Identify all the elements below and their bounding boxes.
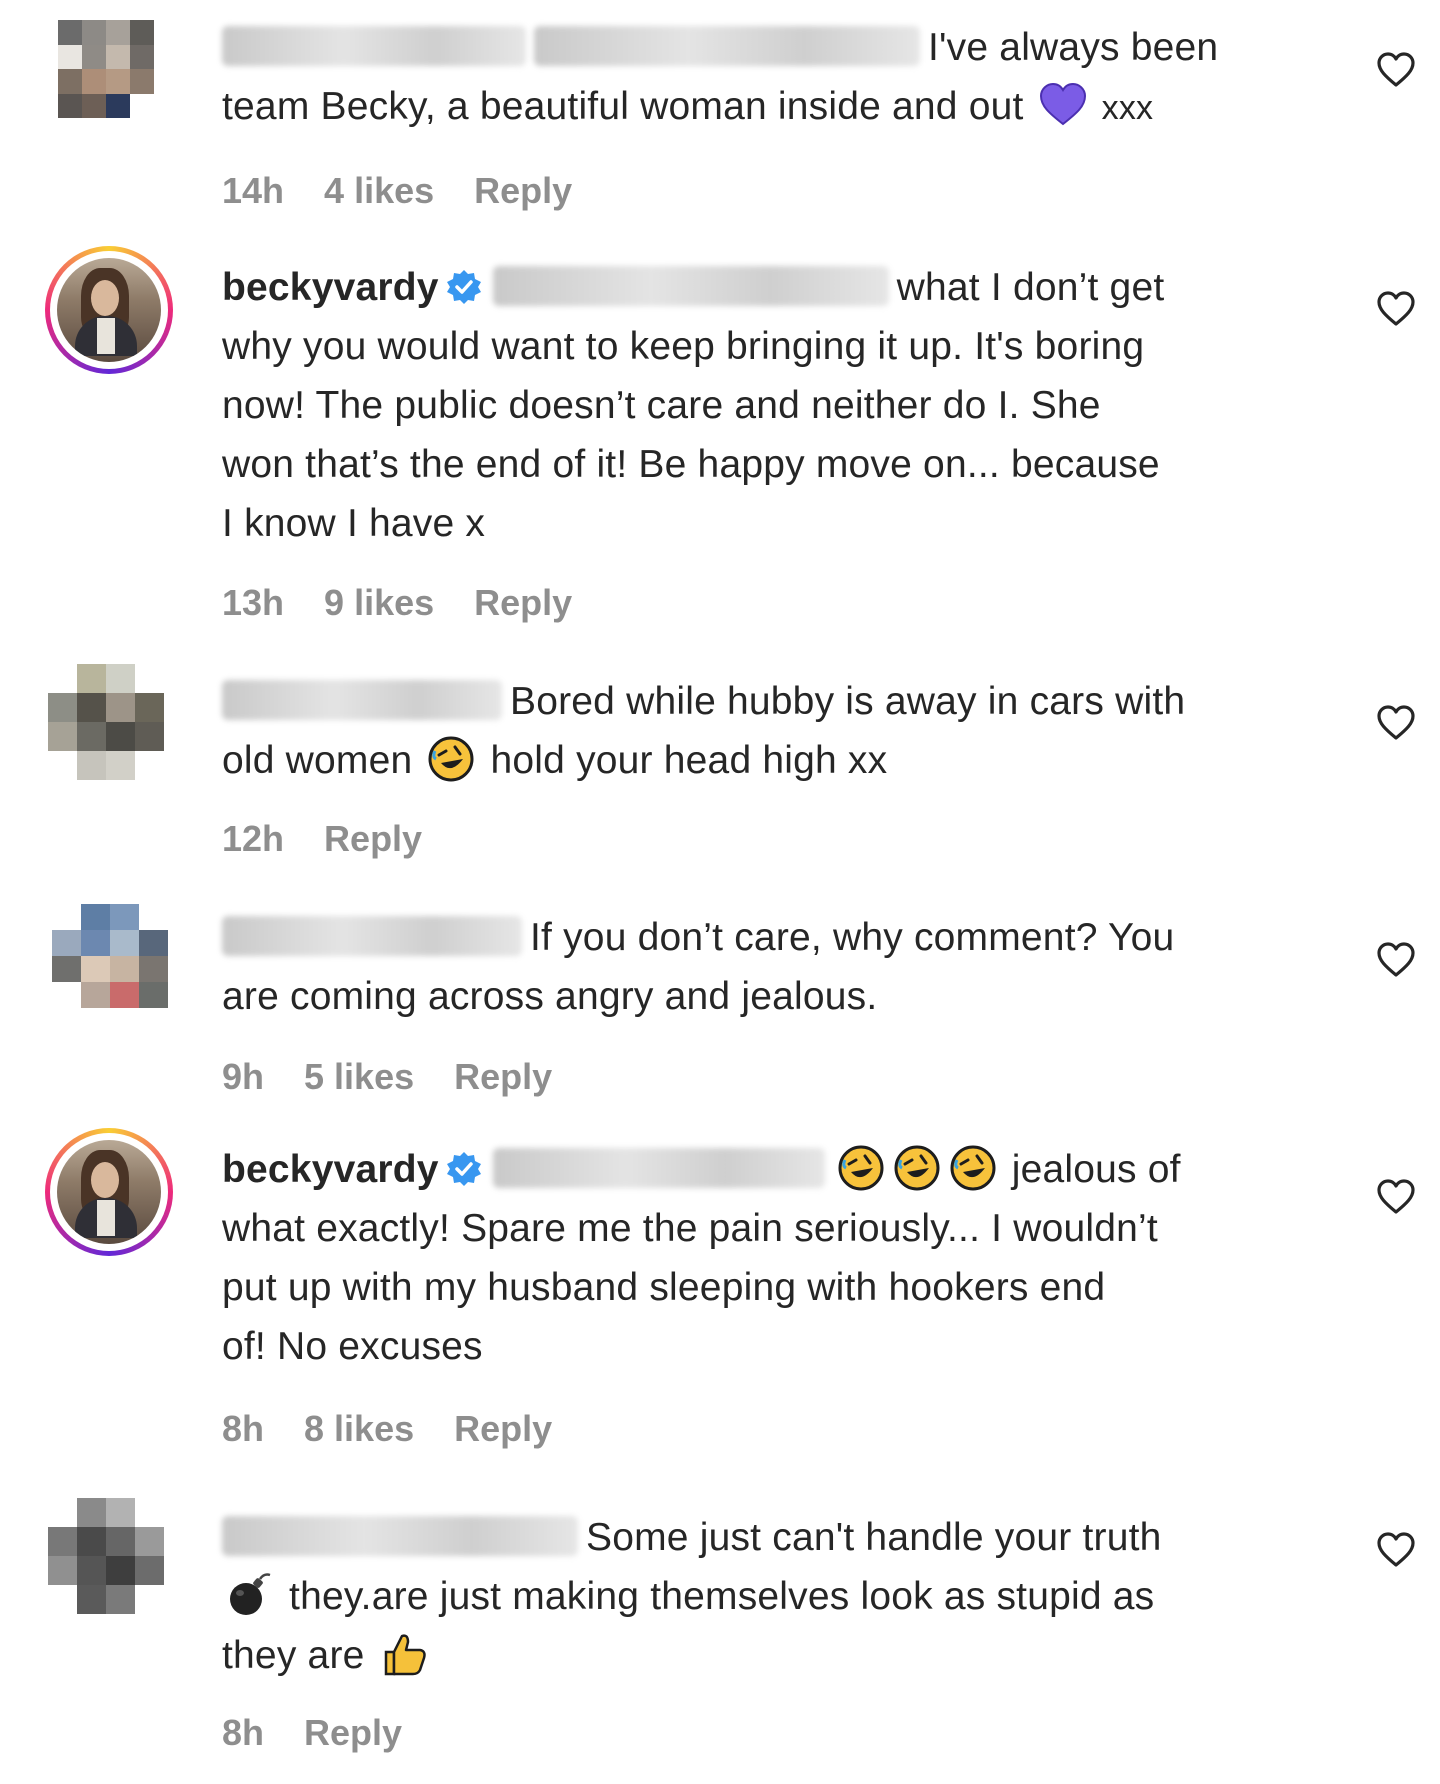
likes-count[interactable]: 8 likes — [304, 1408, 414, 1450]
blurred-mention[interactable] — [492, 266, 889, 306]
reply-button[interactable]: Reply — [474, 582, 572, 624]
comment-line: xxx — [1101, 89, 1154, 127]
comment-meta: 14h 4 likes Reply — [222, 170, 572, 212]
avatar[interactable] — [52, 904, 168, 1008]
reply-button[interactable]: Reply — [474, 170, 572, 212]
heart-outline-icon[interactable] — [1376, 289, 1416, 329]
comment-meta: 8h Reply — [222, 1712, 402, 1754]
comment-line: won that’s the end of it! Be happy move … — [222, 443, 1160, 486]
verified-badge-icon — [446, 1152, 481, 1186]
verified-badge-icon — [446, 270, 481, 304]
likes-count[interactable]: 5 likes — [304, 1056, 414, 1098]
comment-line: Bored while hubby is away in cars with — [510, 680, 1186, 723]
profile-photo — [57, 258, 161, 362]
blurred-mention[interactable] — [534, 26, 920, 66]
avatar[interactable] — [48, 1498, 164, 1614]
comment-username[interactable]: beckyvardy — [222, 266, 439, 309]
rolling-laughing-emoji — [428, 736, 474, 782]
comment-line: jealous of — [1011, 1148, 1181, 1191]
comment-line: put up with my husband sleeping with hoo… — [222, 1266, 1106, 1309]
comment-line: If you don’t care, why comment? You — [530, 916, 1175, 959]
comment-text: beckyvardy what I don’t get why you would… — [222, 258, 1332, 553]
rolling-laughing-emoji — [838, 1145, 884, 1191]
rolling-laughing-emoji — [950, 1145, 996, 1191]
blurred-username[interactable] — [222, 916, 522, 956]
comment-line: they.are just making themselves look as … — [289, 1575, 1155, 1618]
reply-button[interactable]: Reply — [304, 1712, 402, 1754]
comment-text: I've always been team Becky, a beautiful… — [222, 18, 1332, 138]
heart-outline-icon[interactable] — [1376, 940, 1416, 980]
blurred-username[interactable] — [222, 26, 526, 66]
heart-outline-icon[interactable] — [1376, 50, 1416, 90]
reply-button[interactable]: Reply — [454, 1056, 552, 1098]
comment-time: 8h — [222, 1712, 265, 1753]
comment-line: hold your head high xx — [490, 739, 888, 782]
heart-outline-icon[interactable] — [1376, 1177, 1416, 1217]
thumbs-up-emoji — [384, 1634, 426, 1676]
avatar-beckyvardy[interactable] — [45, 1128, 173, 1256]
comment-text: Bored while hubby is away in cars with o… — [222, 672, 1332, 790]
comment-time: 13h — [222, 582, 285, 623]
comment-line: team Becky, a beautiful woman inside and… — [222, 85, 1024, 128]
rolling-laughing-emoji — [894, 1145, 940, 1191]
comment-meta: 13h 9 likes Reply — [222, 582, 572, 624]
heart-outline-icon[interactable] — [1376, 703, 1416, 743]
reply-button[interactable]: Reply — [454, 1408, 552, 1450]
comment-time: 8h — [222, 1408, 265, 1449]
comment-line: what I don’t get — [896, 266, 1165, 309]
comment-time: 12h — [222, 818, 285, 859]
comment-text: beckyvardy jealous of what exactly! Spar… — [222, 1140, 1332, 1376]
avatar[interactable] — [48, 664, 164, 780]
heart-outline-icon[interactable] — [1376, 1530, 1416, 1570]
comment-meta: 12h Reply — [222, 818, 422, 860]
bomb-emoji — [230, 1573, 271, 1615]
comment-meta: 8h 8 likes Reply — [222, 1408, 552, 1450]
comment-text: If you don’t care, why comment? You are … — [222, 908, 1332, 1026]
comment-line: old women — [222, 739, 413, 782]
avatar[interactable] — [58, 20, 154, 118]
blurred-username[interactable] — [222, 1516, 578, 1556]
likes-count[interactable]: 9 likes — [324, 582, 434, 624]
comment-line: now! The public doesn’t care and neither… — [222, 384, 1101, 427]
purple-heart-emoji — [1039, 82, 1086, 126]
comment-time: 14h — [222, 170, 285, 211]
likes-count[interactable]: 4 likes — [324, 170, 434, 212]
comment-time: 9h — [222, 1056, 265, 1097]
comment-line: I know I have x — [222, 502, 486, 545]
comment-line: of! No excuses — [222, 1325, 483, 1368]
comment-line: I've always been — [928, 26, 1219, 69]
reply-button[interactable]: Reply — [324, 818, 422, 860]
avatar-beckyvardy[interactable] — [45, 246, 173, 374]
comment-line: why you would want to keep bringing it u… — [222, 325, 1145, 368]
comment-text: Some just can't handle your truth they.a… — [222, 1508, 1332, 1685]
blurred-mention[interactable] — [492, 1148, 825, 1188]
comment-line: they are — [222, 1634, 365, 1677]
comment-meta: 9h 5 likes Reply — [222, 1056, 552, 1098]
comment-line: what exactly! Spare me the pain seriousl… — [222, 1207, 1158, 1250]
comments-list: I've always been team Becky, a beautiful… — [0, 0, 1440, 1784]
blurred-username[interactable] — [222, 680, 502, 720]
comment-line: are coming across angry and jealous. — [222, 975, 878, 1018]
comment-username[interactable]: beckyvardy — [222, 1148, 439, 1191]
comment-line: Some just can't handle your truth — [586, 1516, 1162, 1559]
profile-photo — [57, 1140, 161, 1244]
